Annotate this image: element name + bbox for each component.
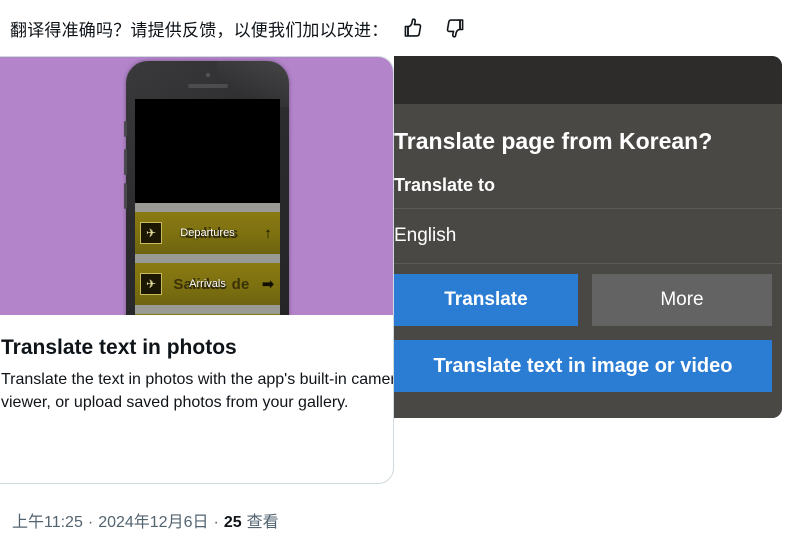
- translate-button[interactable]: Translate: [394, 274, 578, 326]
- camera-viewfinder-top: [135, 99, 280, 203]
- sign-separator: [135, 305, 280, 314]
- translate-text-in-image-or-video-button[interactable]: Translate text in image or video: [394, 340, 772, 392]
- airport-sign-row: ✈ Salidas de ➡ Arrivals: [135, 263, 280, 305]
- post-date: 2024年12月6日: [98, 514, 209, 531]
- post-time: 上午11:25: [12, 514, 83, 531]
- airport-sign-row: ✈ Salidas ↑ Departures: [135, 212, 280, 254]
- views-label: 查看: [246, 514, 279, 531]
- preview-card-description-line1: Translate the text in photos with the ap…: [1, 371, 394, 389]
- sign-arrow-icon: ↑: [264, 224, 272, 242]
- airport-sign-row: ▣ Equipaje ↓ Baggage: [135, 314, 280, 315]
- dialog-title-bar: [394, 56, 782, 104]
- meta-separator: ·: [87, 514, 94, 531]
- sign-separator: [135, 203, 280, 212]
- preview-image: ✈ Salidas ↑ Departures ✈ Salidas de ➡ Ar…: [0, 57, 393, 315]
- media-area: ✈ Salidas ↑ Departures ✈ Salidas de ➡ Ar…: [0, 56, 789, 504]
- link-preview-card[interactable]: ✈ Salidas ↑ Departures ✈ Salidas de ➡ Ar…: [0, 56, 394, 484]
- phone-camera-icon: [205, 73, 210, 77]
- dialog-heading: Translate page from Korean?: [394, 128, 713, 154]
- phone-mockup: ✈ Salidas ↑ Departures ✈ Salidas de ➡ Ar…: [124, 61, 289, 315]
- phone-volume-down-button: [124, 183, 127, 209]
- departures-plane-icon: ✈: [140, 222, 162, 244]
- preview-card-body: Translate text in photos Translate the t…: [0, 315, 393, 413]
- phone-screen: ✈ Salidas ↑ Departures ✈ Salidas de ➡ Ar…: [135, 99, 280, 315]
- translate-dialog: Translate page from Korean? Translate to…: [394, 56, 782, 418]
- dialog-button-row: Translate More: [394, 264, 782, 326]
- feedback-prompt-row: 翻译得准确吗？请提供反馈，以便我们加以改进：: [0, 0, 789, 56]
- meta-separator: ·: [213, 514, 219, 531]
- sign-native-text: Salidas de: [173, 275, 250, 293]
- translate-to-label: Translate to: [394, 175, 496, 195]
- dialog-footer: [394, 392, 782, 418]
- more-button[interactable]: More: [591, 274, 772, 326]
- thumbs-down-icon[interactable]: [438, 11, 472, 45]
- post-metadata: 上午11:25 · 2024年12月6日 · 25 查看: [12, 508, 279, 532]
- sign-arrow-icon: ➡: [261, 276, 275, 293]
- arrivals-plane-icon: ✈: [140, 273, 162, 295]
- preview-card-title: Translate text in photos: [1, 336, 237, 359]
- view-count: 25: [223, 514, 242, 531]
- preview-card-description-line2: viewer, or upload saved photos from your…: [1, 394, 349, 412]
- thumbs-up-icon[interactable]: [396, 11, 430, 45]
- phone-volume-up-button: [124, 149, 127, 175]
- feedback-prompt-text: 翻译得准确吗？请提供反馈，以便我们加以改进：: [10, 20, 389, 40]
- sign-native-text: Salidas: [184, 224, 239, 242]
- sign-separator: [135, 254, 280, 263]
- translate-dialog-pane: Translate page from Korean? Translate to…: [394, 56, 789, 504]
- phone-mute-switch: [124, 121, 127, 137]
- language-select[interactable]: English: [394, 209, 782, 263]
